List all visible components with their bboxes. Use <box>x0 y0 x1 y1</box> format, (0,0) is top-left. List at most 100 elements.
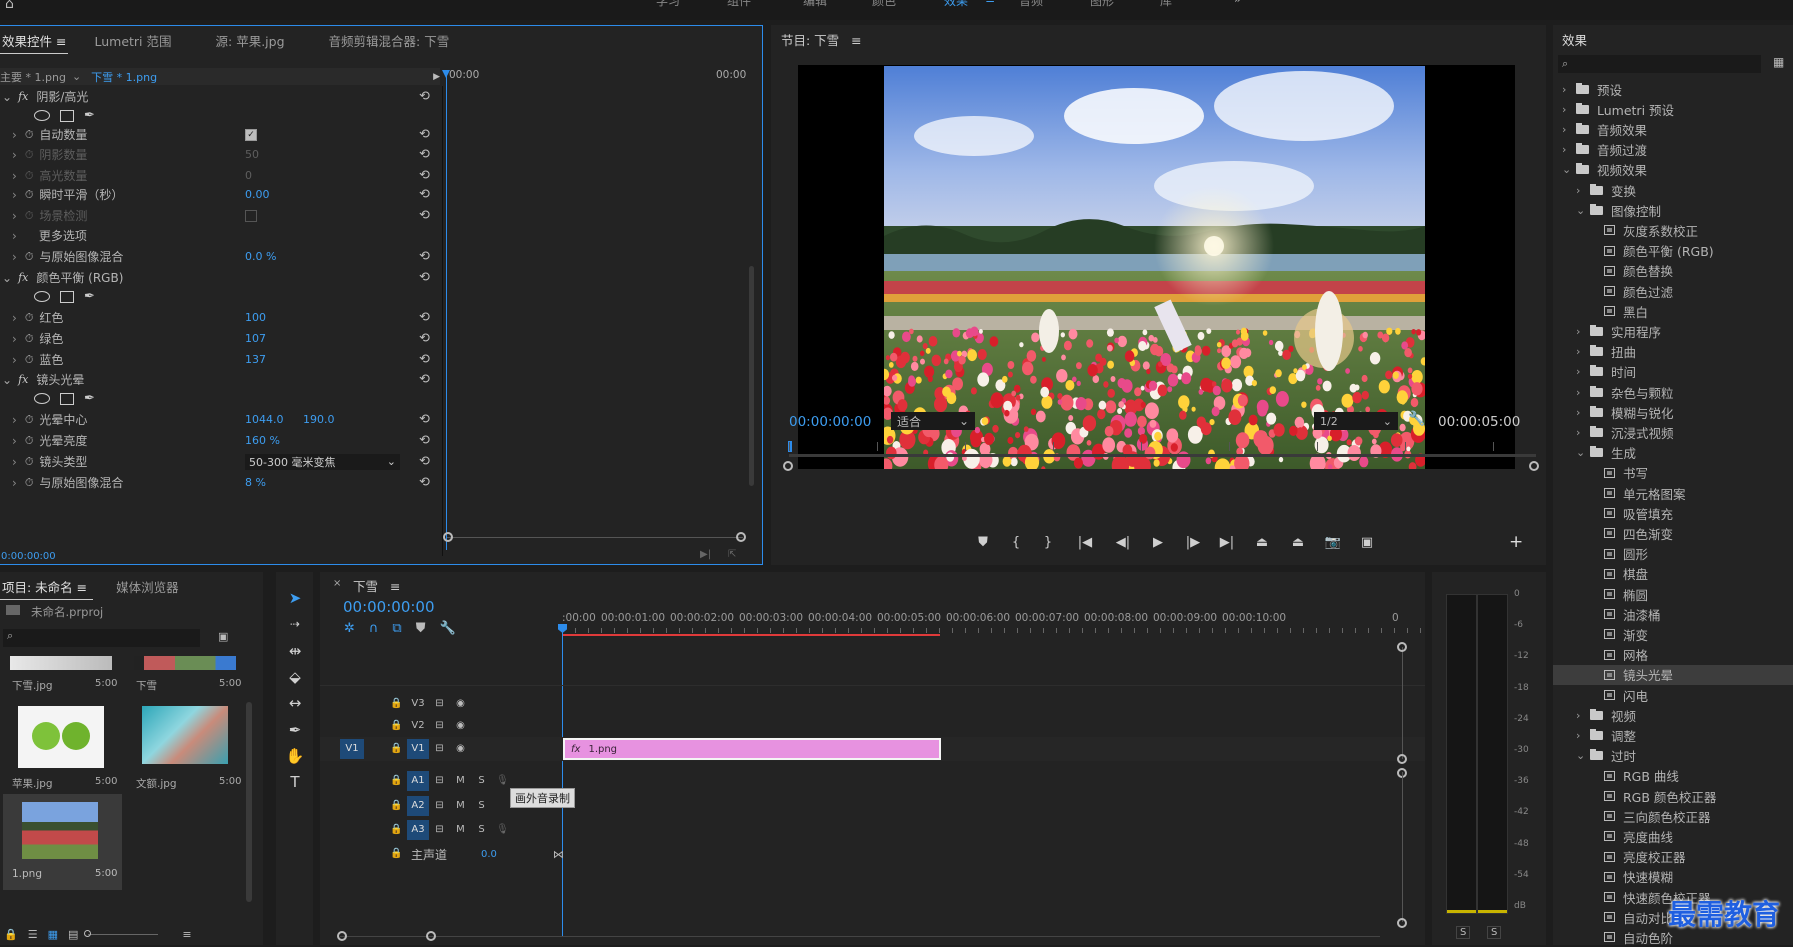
chevron-right-icon[interactable]: › <box>12 353 17 367</box>
chevron-down-icon[interactable]: ⌄ <box>2 271 12 285</box>
scroll-handle[interactable] <box>1397 642 1407 652</box>
ec-hscroll-handle-right[interactable] <box>736 532 746 542</box>
param-row[interactable]: › ⏱ 阴影数量 50 ⟲ <box>0 144 440 165</box>
thumb-apple[interactable]: 苹果.jpg 5:00 <box>10 700 117 790</box>
play-only-icon[interactable]: ▶ <box>433 72 440 82</box>
param-value[interactable]: 0.0 % <box>245 250 276 263</box>
project-vscroll[interactable] <box>246 702 252 902</box>
fx-toggle[interactable]: fx <box>18 90 28 103</box>
param-value-2[interactable]: 190.0 <box>303 413 335 426</box>
effects-item[interactable]: 渐变 <box>1553 624 1793 644</box>
effects-item[interactable]: 快速模糊 <box>1553 867 1793 887</box>
mini-playhead-head[interactable] <box>442 70 450 78</box>
chevron-right-icon[interactable]: › <box>12 128 17 142</box>
param-value[interactable]: 1044.0 <box>245 413 284 426</box>
program-scrubber[interactable] <box>789 454 1536 457</box>
lock-icon[interactable]: 🔒 <box>4 928 18 941</box>
rectangle-mask-icon[interactable] <box>60 290 74 303</box>
chevron-right-icon[interactable]: › <box>12 188 17 202</box>
chevron-right-icon[interactable]: › <box>1576 406 1590 419</box>
chevron-right-icon[interactable]: › <box>1562 103 1576 116</box>
effects-folder[interactable]: ⌄ 过时 <box>1553 746 1793 766</box>
workspace-tab-color[interactable]: 颜色 <box>872 0 896 9</box>
sync-lock-icon[interactable]: ⊟ <box>429 820 450 840</box>
reset-icon[interactable]: ⟲ <box>419 454 430 469</box>
go-to-in-icon[interactable]: |◀ <box>1064 535 1106 550</box>
add-marker-icon[interactable]: ⛊ <box>966 535 1000 550</box>
project-search-input[interactable]: ⌕ <box>3 629 200 647</box>
param-row[interactable]: › ⏱ 与原始图像混合 8 % ⟲ <box>0 472 440 493</box>
effect-header[interactable]: ⌄ fx 镜头光晕 ⟲ <box>0 369 440 390</box>
lock-icon[interactable]: 🔒 <box>386 716 407 736</box>
eye-icon[interactable]: ◉ <box>450 716 471 736</box>
chevron-right-icon[interactable]: › <box>12 455 17 469</box>
chevron-right-icon[interactable]: › <box>1576 325 1590 338</box>
sync-lock-icon[interactable]: ⊟ <box>429 739 450 759</box>
find-icon[interactable]: ▣ <box>218 630 228 643</box>
home-icon[interactable]: ⌂ <box>5 0 14 12</box>
zoom-slider[interactable] <box>84 930 159 937</box>
effects-folder[interactable]: › 预设 <box>1553 79 1793 99</box>
mute-button[interactable]: M <box>450 796 471 816</box>
chevron-right-icon[interactable]: › <box>12 229 17 243</box>
reset-icon[interactable]: ⟲ <box>419 433 430 448</box>
panel-menu-icon[interactable]: ≡ <box>77 580 87 595</box>
reset-icon[interactable]: ⟲ <box>419 270 430 285</box>
effects-item[interactable]: 吸管填充 <box>1553 503 1793 523</box>
effect-header[interactable]: ⌄ fx 阴影/高光 ⟲ <box>0 86 440 107</box>
eye-icon[interactable]: ◉ <box>450 739 471 759</box>
effects-folder[interactable]: › 音频过渡 <box>1553 140 1793 160</box>
stopwatch-icon[interactable]: ⏱ <box>25 209 34 223</box>
panel-menu-icon[interactable]: ≡ <box>56 34 66 49</box>
thumb-xiaxue-jpg[interactable]: 下雪.jpg 5:00 <box>10 656 117 696</box>
pen-tool-icon[interactable]: ✒ <box>282 719 308 741</box>
stopwatch-icon[interactable]: ⏱ <box>25 128 34 142</box>
reset-icon[interactable]: ⟲ <box>419 372 430 387</box>
effects-item[interactable]: 圆形 <box>1553 544 1793 564</box>
stopwatch-icon[interactable]: ⏱ <box>25 434 34 448</box>
reset-icon[interactable]: ⟲ <box>419 412 430 427</box>
effects-folder[interactable]: ⌄ 图像控制 <box>1553 200 1793 220</box>
ec-hscroll[interactable] <box>447 537 743 541</box>
timeline-hscroll[interactable] <box>340 936 1380 940</box>
eye-icon[interactable]: ◉ <box>450 694 471 714</box>
selection-tool-icon[interactable]: ➤ <box>282 587 308 609</box>
effects-item[interactable]: 黑白 <box>1553 301 1793 321</box>
chevron-down-icon[interactable]: ⌄ <box>1576 749 1590 762</box>
more-options-group[interactable]: › 更多选项 <box>0 225 440 246</box>
tab-project[interactable]: 项目: 未命名 ≡ <box>0 577 101 596</box>
icon-view-icon[interactable]: ▦ <box>48 928 58 941</box>
solo-left-button[interactable]: S <box>1456 926 1471 939</box>
fx-toggle[interactable]: fx <box>18 373 28 386</box>
track-select-tool-icon[interactable]: ⇢ <box>282 613 308 635</box>
lock-icon[interactable]: 🔒 <box>386 771 407 791</box>
microphone-icon[interactable]: 🎙 <box>492 820 513 840</box>
param-row[interactable]: › ⏱ 蓝色 137 ⟲ <box>0 349 440 370</box>
sync-lock-icon[interactable]: ⊟ <box>429 796 450 816</box>
effects-folder[interactable]: › 调整 <box>1553 725 1793 745</box>
button-editor-plus-icon[interactable]: + <box>1509 532 1523 552</box>
sync-lock-icon[interactable]: ⊟ <box>429 716 450 736</box>
ellipse-mask-icon[interactable] <box>34 291 50 302</box>
panel-menu-icon[interactable]: ≡ <box>390 579 400 594</box>
reset-icon[interactable]: ⟲ <box>419 89 430 104</box>
track-label[interactable]: V1 <box>407 739 429 759</box>
stopwatch-icon[interactable]: ⏱ <box>25 476 34 490</box>
effects-folder[interactable]: ⌄ 视频效果 <box>1553 160 1793 180</box>
stopwatch-icon[interactable]: ⏱ <box>25 250 34 264</box>
export-frame-icon[interactable]: ▶| <box>700 549 711 560</box>
workspace-tab-editing[interactable]: 编辑 <box>803 0 827 9</box>
settings-wrench-icon[interactable]: 🔧 <box>1408 411 1425 427</box>
export-frame-camera-icon[interactable]: 📷 <box>1316 535 1350 550</box>
lock-icon[interactable]: 🔒 <box>386 820 407 840</box>
scroll-handle[interactable] <box>426 931 436 941</box>
play-icon[interactable]: ▶ <box>1140 535 1176 550</box>
reset-icon[interactable]: ⟲ <box>419 475 430 490</box>
workspace-tab-libraries[interactable]: 库 <box>1160 0 1172 9</box>
lock-icon[interactable]: 🔒 <box>386 844 407 864</box>
chevron-right-icon[interactable]: › <box>12 434 17 448</box>
clip-1png[interactable]: fx 1.png <box>563 738 941 760</box>
effects-folder[interactable]: › 扭曲 <box>1553 342 1793 362</box>
chevron-right-icon[interactable]: › <box>1576 729 1590 742</box>
chevron-right-icon[interactable]: › <box>12 413 17 427</box>
